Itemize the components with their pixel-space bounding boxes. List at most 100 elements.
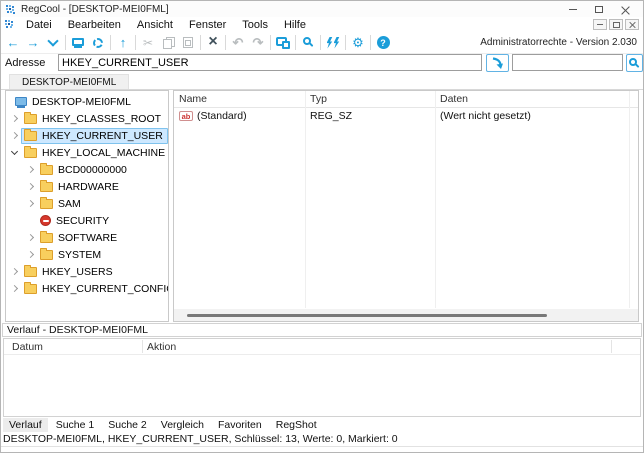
chevron-right-icon[interactable] (24, 180, 37, 193)
toolbar-separator (135, 35, 136, 50)
cut-button[interactable]: ✂ (138, 34, 158, 52)
refresh-button[interactable] (323, 34, 343, 52)
tab-suche2[interactable]: Suche 2 (102, 418, 153, 432)
tree-item-system[interactable]: SYSTEM (6, 246, 168, 263)
tree-item-hkey-current-config[interactable]: HKEY_CURRENT_CONFIG (6, 280, 168, 297)
find-button[interactable] (298, 34, 318, 52)
copy-button[interactable] (158, 34, 178, 52)
mdi-close-button[interactable] (625, 19, 639, 30)
column-separator[interactable] (305, 91, 306, 308)
folder-icon (40, 199, 53, 209)
folder-icon (40, 165, 53, 175)
remote-computer-button[interactable] (68, 34, 88, 52)
settings-button[interactable]: ⚙ (348, 34, 368, 52)
chevron-icon[interactable] (24, 214, 37, 227)
reload-hives-button[interactable] (88, 34, 108, 52)
maximize-button[interactable] (586, 2, 612, 17)
menu-hilfe[interactable]: Hilfe (276, 19, 314, 31)
close-button[interactable] (612, 2, 638, 17)
tree-item-hkey-users[interactable]: HKEY_USERS (6, 263, 168, 280)
tree-item-label: SOFTWARE (58, 232, 117, 244)
value-row-standard[interactable]: ab(Standard) REG_SZ (Wert nicht gesetzt) (174, 108, 638, 124)
column-separator[interactable] (629, 91, 630, 308)
title-bar: RegCool - [DESKTOP-MEI0FML] (1, 1, 643, 17)
arrow-left-icon: ← (7, 36, 20, 49)
value-typ: REG_SZ (305, 110, 435, 122)
folder-icon (40, 233, 53, 243)
window-controls (560, 2, 638, 17)
scrollbar-thumb[interactable] (187, 314, 547, 317)
column-separator[interactable] (435, 91, 436, 308)
mdi-restore-button[interactable] (609, 19, 623, 30)
mdi-minimize-button[interactable] (593, 19, 607, 30)
chevron-right-icon[interactable] (8, 265, 21, 278)
regcool-app-icon (6, 5, 15, 14)
chevron-right-icon[interactable] (24, 163, 37, 176)
tree-item-hardware[interactable]: HARDWARE (6, 178, 168, 195)
menu-datei[interactable]: Datei (18, 19, 60, 31)
window-title: RegCool - [DESKTOP-MEI0FML] (21, 4, 169, 15)
history-dropdown-button[interactable] (43, 34, 63, 52)
goto-button[interactable] (486, 54, 509, 72)
computer-icon (15, 97, 27, 106)
column-header-daten[interactable]: Daten (435, 93, 629, 105)
copy-icon (163, 37, 174, 49)
tree-item-hkey-current-user[interactable]: HKEY_CURRENT_USER (6, 127, 168, 144)
column-header-typ[interactable]: Typ (305, 93, 435, 105)
minimize-button[interactable] (560, 2, 586, 17)
paste-button[interactable] (178, 34, 198, 52)
chevron-right-icon[interactable] (8, 129, 21, 142)
tab-desktop-mei0fml[interactable]: DESKTOP-MEI0FML (9, 74, 129, 89)
tab-verlauf[interactable]: Verlauf (3, 418, 48, 432)
tree-item-label: DESKTOP-MEI0FML (32, 96, 131, 108)
horizontal-scrollbar[interactable] (174, 309, 638, 321)
column-separator[interactable] (142, 340, 143, 353)
toolbar-separator (110, 35, 111, 50)
tree-item-bcd00000000[interactable]: BCD00000000 (6, 161, 168, 178)
goto-arrow-icon (491, 57, 504, 70)
address-input[interactable] (58, 54, 482, 71)
tab-vergleich[interactable]: Vergleich (155, 418, 210, 432)
tab-suche1[interactable]: Suche 1 (50, 418, 101, 432)
chevron-right-icon[interactable] (24, 231, 37, 244)
tab-favoriten[interactable]: Favoriten (212, 418, 268, 432)
new-window-button[interactable] (273, 34, 293, 52)
tree-item-desktop-mei0fml[interactable]: DESKTOP-MEI0FML (6, 93, 168, 110)
menu-ansicht[interactable]: Ansicht (129, 19, 181, 31)
quick-search-input[interactable] (512, 54, 623, 71)
tab-regshot[interactable]: RegShot (270, 418, 323, 432)
menu-bearbeiten[interactable]: Bearbeiten (60, 19, 129, 31)
tree-item-hkey-local-machine[interactable]: HKEY_LOCAL_MACHINE (6, 144, 168, 161)
tree-item-hkey-classes-root[interactable]: HKEY_CLASSES_ROOT (6, 110, 168, 127)
back-button[interactable]: ← (3, 34, 23, 52)
monitor-icon (72, 38, 84, 46)
toolbar-separator (65, 35, 66, 50)
undo-button[interactable]: ↶ (228, 34, 248, 52)
tree-item-security[interactable]: SECURITY (6, 212, 168, 229)
address-row: Adresse (1, 53, 643, 73)
quick-search-button[interactable] (626, 54, 643, 72)
chevron-right-icon[interactable] (24, 197, 37, 210)
column-header-name[interactable]: Name (174, 93, 305, 105)
column-separator[interactable] (611, 340, 612, 353)
tree-item-label: SECURITY (56, 215, 109, 227)
tree-item-sam[interactable]: SAM (6, 195, 168, 212)
status-bar: DESKTOP-MEI0FML, HKEY_CURRENT_USER, Schl… (1, 432, 643, 447)
forward-button[interactable]: → (23, 34, 43, 52)
redo-button[interactable]: ↷ (248, 34, 268, 52)
registry-tree: DESKTOP-MEI0FML HKEY_CLASSES_ROOT HKEY_C… (5, 90, 169, 322)
menu-tools[interactable]: Tools (234, 19, 276, 31)
folder-icon (24, 131, 37, 141)
help-button[interactable]: ? (373, 34, 393, 52)
up-button[interactable]: ↑ (113, 34, 133, 52)
menu-fenster[interactable]: Fenster (181, 19, 234, 31)
chevron-right-icon[interactable] (8, 282, 21, 295)
tree-item-software[interactable]: SOFTWARE (6, 229, 168, 246)
column-header-datum[interactable]: Datum (4, 341, 142, 353)
chevron-down-icon[interactable] (8, 146, 21, 159)
delete-button[interactable]: × (203, 34, 223, 52)
column-header-aktion[interactable]: Aktion (142, 341, 176, 353)
chevron-right-icon[interactable] (24, 248, 37, 261)
chevron-right-icon[interactable] (8, 112, 21, 125)
redo-icon: ↷ (253, 36, 264, 49)
